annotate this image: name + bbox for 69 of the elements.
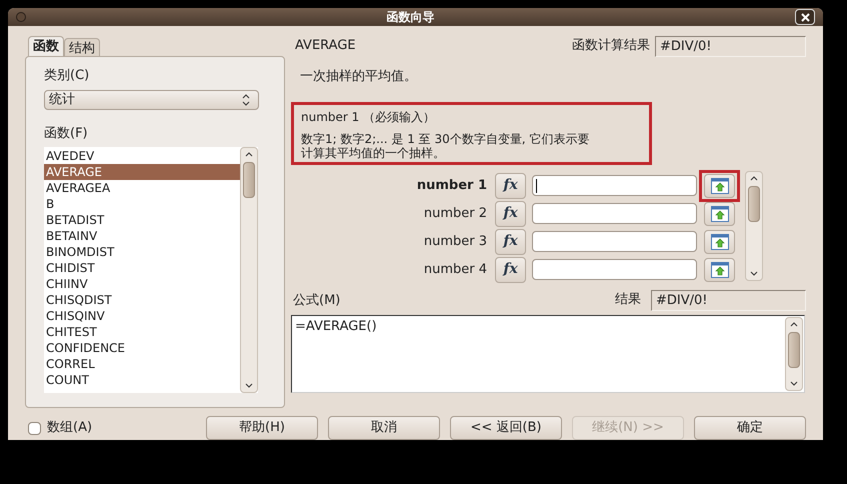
tab[interactable]: 函数 [28,36,64,56]
function-list-item[interactable]: AVERAGEA [44,180,240,196]
chevron-up-icon [245,152,253,157]
argument-input[interactable] [532,203,697,224]
chevron-down-icon [245,383,253,388]
function-list-item[interactable]: CONFIDENCE [44,340,240,356]
argument-label: number 3 [422,232,488,251]
function-list-item[interactable]: CORREL [44,356,240,372]
argument-label: number 2 [422,204,488,223]
function-list-item[interactable]: BETAINV [44,228,240,244]
text-cursor [536,178,537,192]
function-list-item[interactable]: B [44,196,240,212]
scrollbar[interactable] [745,170,763,280]
function-button[interactable]: fx [495,256,526,282]
shrink-window-icon [710,178,728,194]
formula-result-label: 结果 [615,291,641,310]
function-list-label: 函数(F) [44,124,89,142]
function-list-item[interactable]: CHISQINV [44,308,240,324]
argument-label: number 1 [416,176,488,195]
dialog-button[interactable]: 确定 [694,416,806,440]
function-list-item[interactable]: CHISQDIST [44,292,240,308]
scrollbar-thumb[interactable] [748,186,760,222]
shrink-window-icon [710,234,728,250]
scrollbar-thumb[interactable] [243,162,255,198]
shrink-button[interactable] [704,230,735,254]
function-list-item[interactable]: AVERAGE [44,164,240,180]
function-description: 一次抽样的平均值。 [300,68,418,86]
window-title: 函数向导 [386,9,436,26]
dialog-button[interactable]: 帮助(H) [206,416,318,440]
shrink-button[interactable] [704,202,735,226]
argument-help-title: number 1 （必须输入） [301,108,436,126]
argument-help-text: 数字1; 数字2;... 是 1 至 30个数字自变量, 它们表示要计算其平均值的一个抽样。 [301,132,590,160]
shrink-window-icon [710,206,728,222]
dialog-button[interactable]: << 返回(B) [450,416,562,440]
dialog-button[interactable]: 取消 [328,416,440,440]
window-menu-icon[interactable] [16,12,26,22]
up-down-arrows-icon [242,94,250,106]
category-dropdown[interactable]: 统计 [44,90,259,110]
close-icon [800,12,810,22]
result-label: 函数计算结果 [572,37,650,56]
function-list-item[interactable]: CHITEST [44,324,240,340]
formula-label: 公式(M) [293,292,340,310]
argument-label: number 4 [422,260,488,279]
chevron-down-icon [750,270,758,276]
function-list-item[interactable]: AVEDEV [44,148,240,164]
shrink-button[interactable] [704,174,735,198]
argument-input[interactable] [532,259,697,280]
argument-input[interactable] [532,175,697,196]
shrink-button[interactable] [704,258,735,282]
chevron-up-icon [750,176,758,180]
function-button[interactable]: fx [495,200,526,226]
function-button[interactable]: fx [495,228,526,254]
close-button[interactable] [795,9,815,25]
formula-result-field: #DIV/0! [651,290,806,310]
category-label: 类别(C) [44,67,90,85]
scrollbar[interactable] [240,147,258,393]
function-list-item[interactable]: BINOMDIST [44,244,240,260]
tab[interactable]: 结构 [64,38,100,56]
shrink-window-icon [710,262,728,278]
function-list-item[interactable]: CHIINV [44,276,240,292]
function-list-item[interactable]: CHIDIST [44,260,240,276]
function-button[interactable]: fx [495,172,526,198]
result-field: #DIV/0! [655,36,806,56]
argument-input[interactable] [532,231,697,252]
checkbox[interactable] [28,422,41,434]
function-list-item[interactable]: BETADIST [44,212,240,228]
checkbox-label: 数组(A) [47,419,92,438]
function-name: AVERAGE [295,37,356,56]
function-list-item[interactable]: COUNT [44,372,240,388]
